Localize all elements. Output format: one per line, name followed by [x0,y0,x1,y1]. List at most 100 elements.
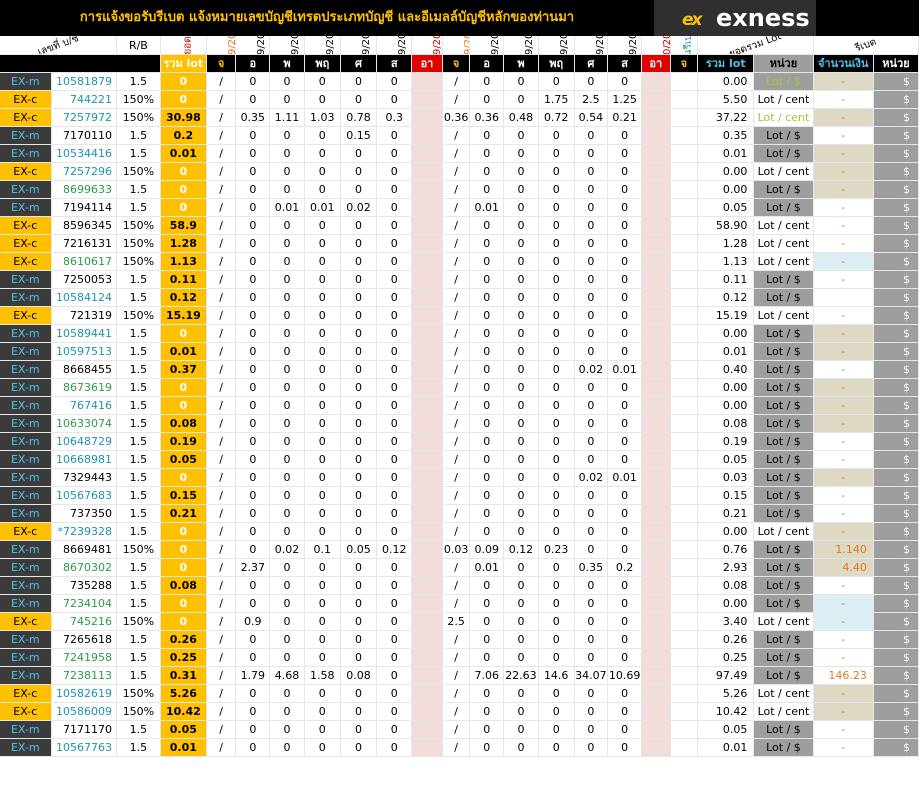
lot-cell[interactable]: 0 [503,90,539,109]
lot-cell[interactable]: 0 [538,360,575,379]
table-row[interactable]: EX-m 10597513 1.5 0.01/0 0 0 0 0/0 0 0 0 0 0.01 Lot /… [0,342,919,361]
lot-cell[interactable]: 0 [538,414,575,433]
lot-cell[interactable]: 0.36 [469,108,505,127]
lot-cell[interactable]: 0 [235,684,271,703]
lot-cell[interactable]: 0 [304,684,341,703]
rb-cell[interactable]: 1.5 [116,324,161,343]
lot-cell[interactable]: 0 [235,324,271,343]
lot-cell[interactable]: 0.9 [235,612,271,631]
table-row[interactable]: EX-m 737350 1.5 0.21/0 0 0 0 0/0 0 0 0 0 0.21 Lot / $… [0,504,919,523]
lot-cell[interactable]: 0 [574,234,609,253]
lot-cell[interactable]: 0 [503,576,539,595]
account-number-cell[interactable]: 744221 [51,90,117,109]
account-type-cell[interactable]: EX-c [0,306,52,325]
table-row[interactable]: EX-m 10567763 1.5 0.01/0 0 0 0 0/0 0 0 0 0 0.01 Lot /… [0,738,919,757]
rb-cell[interactable]: 1.5 [116,378,161,397]
lot-cell[interactable]: 0 [607,522,642,541]
lot-cell[interactable]: 0 [503,684,539,703]
account-number-cell[interactable]: 8699633 [51,180,117,199]
lot-sum-cell[interactable]: 0.01 [697,738,755,757]
lot-cell[interactable]: 0 [376,504,413,523]
lot-cell[interactable]: 0 [376,720,413,739]
account-type-cell[interactable]: EX-m [0,198,52,217]
lot-cell[interactable]: 0 [235,90,271,109]
lot-cell[interactable]: 0 [235,360,271,379]
rebate-amount-cell[interactable]: - [813,576,874,595]
lot-cell[interactable]: 0 [340,486,378,505]
lot-cell[interactable]: 0 [503,234,539,253]
lot-cell[interactable]: 22.63 [503,666,539,685]
lot-cell[interactable]: 0 [376,666,413,685]
table-row[interactable]: EX-m 10567683 1.5 0.15/0 0 0 0 0/0 0 0 0 0 0.15 Lot /… [0,486,919,505]
lot-cell[interactable]: 0.48 [503,108,539,127]
total-lot-cell[interactable]: 0 [160,324,207,343]
lot-cell[interactable]: 0 [235,288,271,307]
lot-cell[interactable]: / [442,468,471,487]
unit-cell[interactable]: Lot / cent [753,108,814,127]
account-type-cell[interactable]: EX-m [0,648,52,667]
lot-cell[interactable]: 0 [304,234,341,253]
unit-cell[interactable]: Lot / $ [753,594,814,613]
lot-cell[interactable]: 0 [376,738,413,757]
lot-cell[interactable]: 0 [304,702,341,721]
lot-cell[interactable]: 0 [269,90,305,109]
lot-cell[interactable]: / [206,306,237,325]
lot-cell[interactable]: 0 [607,720,642,739]
lot-cell[interactable]: 0 [235,414,271,433]
account-number-cell[interactable]: 7241958 [51,648,117,667]
lot-cell[interactable]: 0 [607,486,642,505]
lot-sum-cell[interactable]: 0.21 [697,504,755,523]
lot-cell[interactable]: 0 [235,540,271,559]
rb-cell[interactable]: 1.5 [116,126,161,145]
lot-cell[interactable]: / [206,522,237,541]
rebate-amount-cell[interactable]: - [813,252,874,271]
lot-cell[interactable]: / [206,540,237,559]
lot-cell[interactable]: 1.03 [304,108,341,127]
lot-cell[interactable]: 0 [574,432,609,451]
account-type-cell[interactable]: EX-m [0,450,52,469]
lot-cell[interactable]: 0 [469,324,505,343]
lot-cell[interactable]: 0 [607,324,642,343]
lot-cell[interactable]: 0 [607,432,642,451]
unit-cell[interactable]: Lot / $ [753,540,814,559]
rb-cell[interactable]: 1.5 [116,180,161,199]
lot-sum-cell[interactable]: 0.40 [697,360,755,379]
table-row[interactable]: EX-m 735288 1.5 0.08/0 0 0 0 0/0 0 0 0 0 0.08 Lot / $… [0,576,919,595]
lot-cell[interactable]: 0 [376,432,413,451]
lot-cell[interactable]: 0 [340,432,378,451]
lot-cell[interactable]: 0 [574,450,609,469]
rb-cell[interactable]: 1.5 [116,486,161,505]
lot-cell[interactable]: 0 [538,378,575,397]
lot-cell[interactable]: 0.01 [269,198,305,217]
lot-cell[interactable]: 0 [340,144,378,163]
unit-cell[interactable]: Lot / $ [753,270,814,289]
lot-cell[interactable]: 0 [340,162,378,181]
account-number-cell[interactable]: 7194114 [51,198,117,217]
lot-cell[interactable]: / [442,684,471,703]
rb-cell[interactable]: 150% [116,252,161,271]
lot-cell[interactable]: 0 [376,702,413,721]
total-lot-cell[interactable]: 0.12 [160,288,207,307]
lot-cell[interactable]: 0 [376,252,413,271]
lot-cell[interactable]: 0 [574,648,609,667]
lot-cell[interactable]: 0.02 [269,540,305,559]
total-lot-cell[interactable]: 0.25 [160,648,207,667]
lot-cell[interactable]: / [206,90,237,109]
rb-cell[interactable]: 1.5 [116,666,161,685]
lot-cell[interactable]: / [206,72,237,91]
lot-cell[interactable]: 0 [574,324,609,343]
lot-cell[interactable]: 0 [469,450,505,469]
lot-cell[interactable]: 0 [340,378,378,397]
lot-cell[interactable]: 0.3 [376,108,413,127]
lot-cell[interactable]: 0 [607,504,642,523]
lot-cell[interactable]: 0 [304,324,341,343]
total-lot-cell[interactable]: 0 [160,612,207,631]
table-row[interactable]: EX-c 721319 150% 15.19/0 0 0 0 0/0 0 0 0 0 15.19 Lot … [0,306,919,325]
lot-cell[interactable]: 0 [376,612,413,631]
lot-cell[interactable]: 0 [235,594,271,613]
lot-cell[interactable]: 0 [376,360,413,379]
account-number-cell[interactable]: 7250053 [51,270,117,289]
table-row[interactable]: EX-m 8670302 1.5 0/2.37 0 0 0 0/0.01 0 0 0.35 0.2 2.… [0,558,919,577]
lot-cell[interactable]: 0 [304,648,341,667]
account-type-cell[interactable]: EX-m [0,558,52,577]
